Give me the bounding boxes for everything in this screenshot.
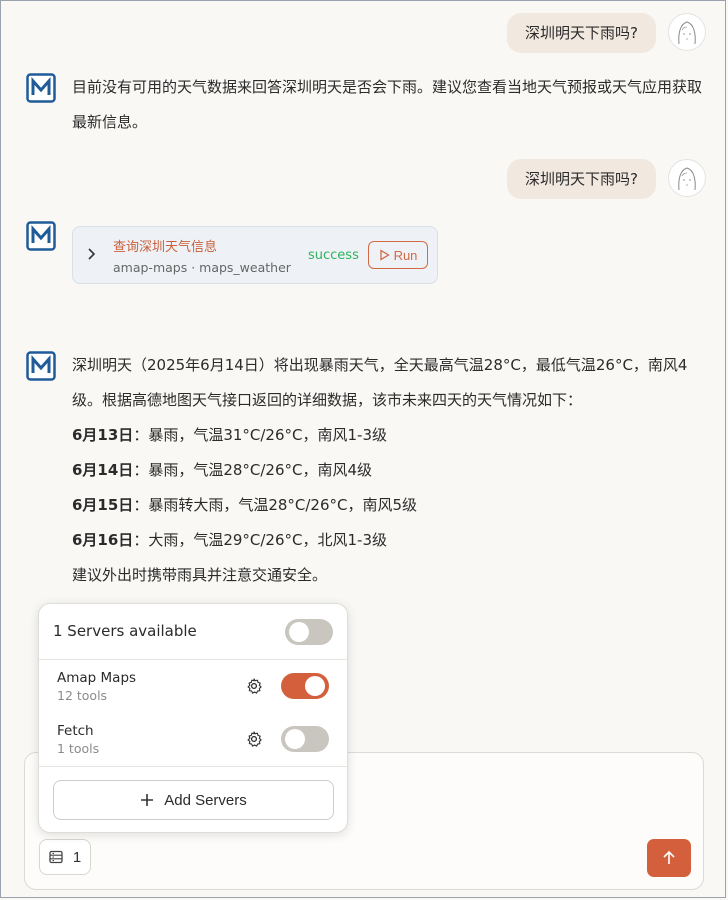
user-message: 深圳明天下雨吗? (507, 13, 656, 53)
toggle-knob (305, 676, 325, 696)
server-name: Amap Maps (57, 670, 137, 686)
forecast-desc: ：暴雨，气温31°C/26°C，南风1-3级 (133, 426, 387, 444)
tool-call-card[interactable]: 查询深圳天气信息 amap-maps · maps_weather succes… (72, 226, 438, 284)
user-message: 深圳明天下雨吗? (507, 159, 656, 199)
forecast-desc: ：大雨，气温29°C/26°C，北风1-3级 (133, 531, 387, 549)
forecast-date: 6月16日 (72, 531, 134, 549)
avatar-sketch-icon (678, 21, 696, 45)
add-servers-button[interactable]: Add Servers (53, 780, 334, 820)
gear-icon[interactable] (245, 730, 263, 748)
amap-maps-toggle[interactable] (281, 673, 329, 699)
user-message-text: 深圳明天下雨吗? (525, 170, 638, 188)
forecast-day: 6月16日：大雨，气温29°C/26°C，北风1-3级 (72, 523, 712, 558)
answer-closing: 建议外出时携带雨具并注意交通安全。 (72, 566, 328, 584)
play-icon (379, 249, 390, 261)
forecast-day: 6月15日：暴雨转大雨，气温28°C/26°C，南风5级 (72, 488, 712, 523)
forecast-date: 6月15日 (72, 496, 134, 514)
forecast-date: 6月14日 (72, 461, 134, 479)
all-servers-toggle[interactable] (285, 619, 333, 645)
tool-status-badge: success (308, 248, 359, 263)
toggle-knob (285, 729, 305, 749)
bot-message: 目前没有可用的天气数据来回答深圳明天是否会下雨。建议您查看当地天气预报或天气应用… (72, 70, 712, 140)
server-name: Fetch (57, 723, 94, 739)
chevron-right-icon[interactable] (85, 247, 97, 261)
run-button-label: Run (393, 247, 418, 263)
gear-icon[interactable] (245, 677, 263, 695)
servers-available-label: 1 Servers available (53, 622, 197, 640)
server-list-icon (49, 850, 63, 864)
tool-call-title: 查询深圳天气信息 (113, 240, 218, 255)
bot-logo-icon (26, 221, 56, 251)
bot-logo-icon (26, 351, 56, 381)
user-avatar[interactable] (668, 159, 706, 197)
servers-button[interactable]: 1 (39, 839, 91, 875)
forecast-date: 6月13日 (72, 426, 134, 444)
arrow-up-icon (663, 850, 675, 864)
server-count: 1 (72, 848, 82, 866)
divider (39, 766, 347, 767)
bot-message-text: 目前没有可用的天气数据来回答深圳明天是否会下雨。建议您查看当地天气预报或天气应用… (72, 78, 703, 131)
forecast-day: 6月13日：暴雨，气温31°C/26°C，南风1-3级 (72, 418, 712, 453)
server-tool-count: 12 tools (57, 688, 108, 703)
answer-intro: 深圳明天（2025年6月14日）将出现暴雨天气，全天最高气温28°C，最低气温2… (72, 356, 688, 409)
toggle-knob (289, 622, 309, 642)
fetch-toggle[interactable] (281, 726, 329, 752)
bot-logo-icon (26, 73, 56, 103)
server-tool-count: 1 tools (57, 741, 100, 756)
run-button[interactable]: Run (368, 241, 428, 269)
user-avatar[interactable] (668, 13, 706, 51)
user-message-text: 深圳明天下雨吗? (525, 24, 638, 42)
forecast-desc: ：暴雨转大雨，气温28°C/26°C，南风5级 (133, 496, 418, 514)
tool-call-subtitle: amap-maps · maps_weather (113, 260, 291, 275)
plus-icon (141, 794, 154, 806)
avatar-sketch-icon (678, 167, 696, 191)
send-button[interactable] (647, 839, 691, 877)
forecast-desc: ：暴雨，气温28°C/26°C，南风4级 (133, 461, 373, 479)
add-servers-label: Add Servers (164, 791, 247, 809)
forecast-day: 6月14日：暴雨，气温28°C/26°C，南风4级 (72, 453, 712, 488)
bot-answer: 深圳明天（2025年6月14日）将出现暴雨天气，全天最高气温28°C，最低气温2… (72, 348, 712, 593)
divider (39, 659, 347, 660)
servers-popover: 1 Servers available Amap Maps 12 tools F… (38, 603, 348, 833)
